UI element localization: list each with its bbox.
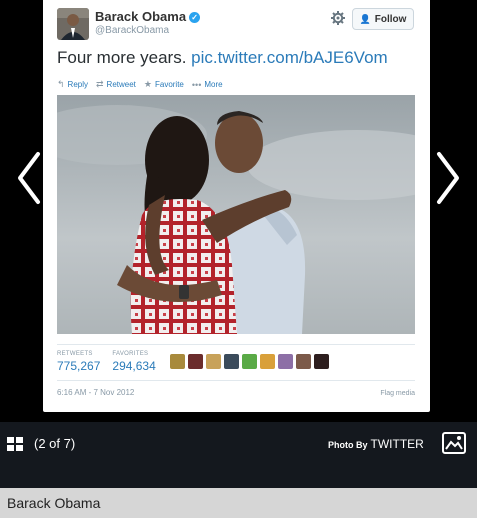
retweets-stat[interactable]: RETWEETS 775,267	[57, 351, 100, 373]
divider	[57, 380, 415, 381]
photo-credit: Photo By TWITTER	[328, 437, 424, 451]
tweet-actions: ↰ Reply ⇄ Retweet ★ Favorite ••• More	[57, 79, 223, 90]
avatar[interactable]	[242, 354, 257, 369]
star-icon: ★	[143, 79, 152, 89]
retweet-icon: ⇄	[96, 79, 104, 89]
avatar[interactable]	[296, 354, 311, 369]
more-icon: •••	[191, 79, 202, 90]
follow-button[interactable]: 👤 Follow	[352, 8, 414, 30]
next-arrow-icon[interactable]	[433, 150, 463, 206]
caption-bar: Barack Obama	[0, 488, 477, 518]
reply-icon: ↰	[57, 79, 65, 89]
author-name[interactable]: Barack Obama ✓	[95, 9, 201, 24]
avatar[interactable]	[314, 354, 329, 369]
favoriter-avatars	[170, 354, 329, 369]
tweet-stats: RETWEETS 775,267 FAVORITES 294,634	[57, 351, 168, 373]
slideshow-viewer: Barack Obama ✓ @BarackObama 👤 Follow Four…	[0, 0, 477, 422]
previous-arrow-icon[interactable]	[14, 150, 44, 206]
retweet-action[interactable]: ⇄ Retweet	[96, 79, 136, 90]
reply-action[interactable]: ↰ Reply	[57, 79, 88, 90]
favorite-action[interactable]: ★ Favorite	[144, 79, 184, 90]
avatar[interactable]	[188, 354, 203, 369]
avatar[interactable]	[260, 354, 275, 369]
favorites-stat[interactable]: FAVORITES 294,634	[112, 351, 155, 373]
tweet-photo[interactable]	[57, 95, 415, 334]
verified-icon: ✓	[189, 12, 201, 23]
avatar[interactable]	[278, 354, 293, 369]
slideshow-toolbar	[0, 422, 477, 488]
slide-counter: (2 of 7)	[34, 436, 76, 451]
more-action[interactable]: ••• More	[192, 79, 223, 90]
tweet-timestamp[interactable]: 6:16 AM - 7 Nov 2012	[57, 388, 134, 397]
avatar[interactable]	[57, 8, 89, 40]
author-handle[interactable]: @BarackObama	[95, 25, 169, 36]
add-user-icon: 👤	[359, 13, 371, 24]
avatar[interactable]	[206, 354, 221, 369]
gear-icon[interactable]	[331, 11, 345, 25]
avatar[interactable]	[170, 354, 185, 369]
tweet-link[interactable]: pic.twitter.com/bAJE6Vom	[191, 48, 388, 67]
gallery-icon[interactable]	[442, 432, 466, 454]
tweet-card: Barack Obama ✓ @BarackObama 👤 Follow Four…	[43, 0, 430, 412]
grid-icon[interactable]	[7, 437, 23, 451]
tweet-text: Four more years. pic.twitter.com/bAJE6Vo…	[57, 48, 388, 67]
flag-media-link[interactable]: Flag media	[380, 390, 415, 397]
divider	[57, 344, 415, 345]
caption-text: Barack Obama	[7, 495, 101, 511]
avatar[interactable]	[224, 354, 239, 369]
